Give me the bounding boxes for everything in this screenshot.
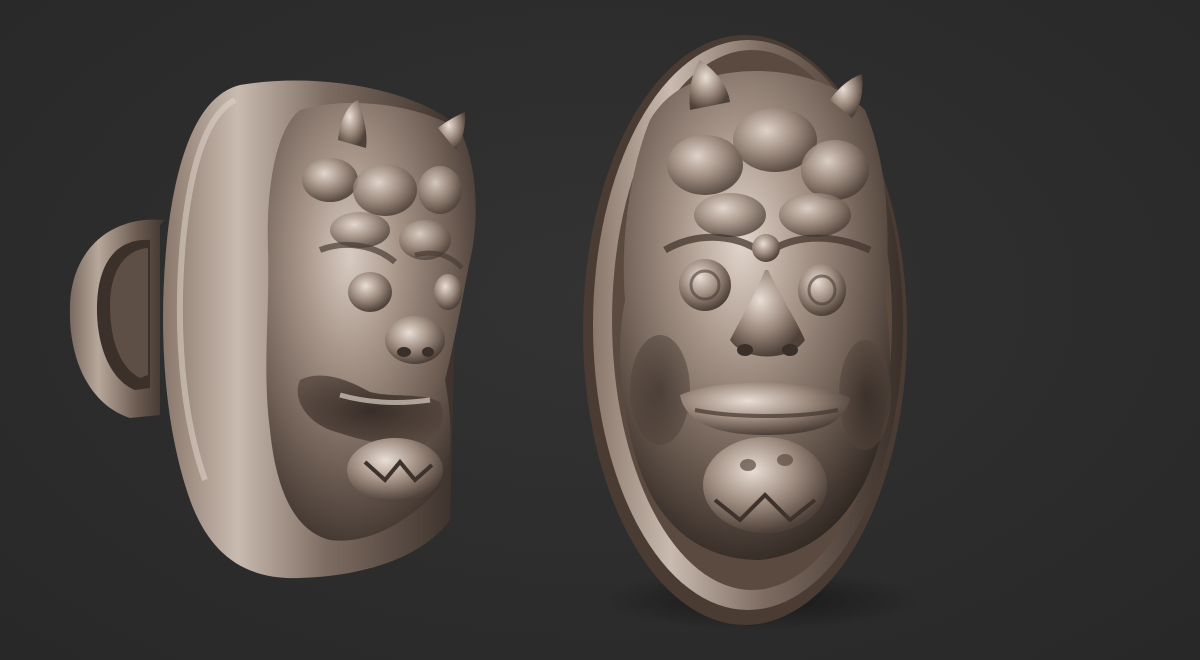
pendant-eye-right <box>798 264 846 316</box>
demon-mask-pendant <box>583 35 920 630</box>
render-scene <box>69 35 920 630</box>
ring-eye-right <box>434 274 462 310</box>
ring-nose <box>385 316 445 364</box>
demon-mask-ring <box>69 80 476 579</box>
viewport-canvas[interactable] <box>0 0 1200 660</box>
pendant-chin <box>703 437 827 533</box>
pendant-eye-left <box>679 259 731 311</box>
ring-face <box>266 100 476 541</box>
pendant-face <box>620 60 891 560</box>
ring-eye-left <box>348 272 392 312</box>
ring-loop <box>69 219 165 418</box>
